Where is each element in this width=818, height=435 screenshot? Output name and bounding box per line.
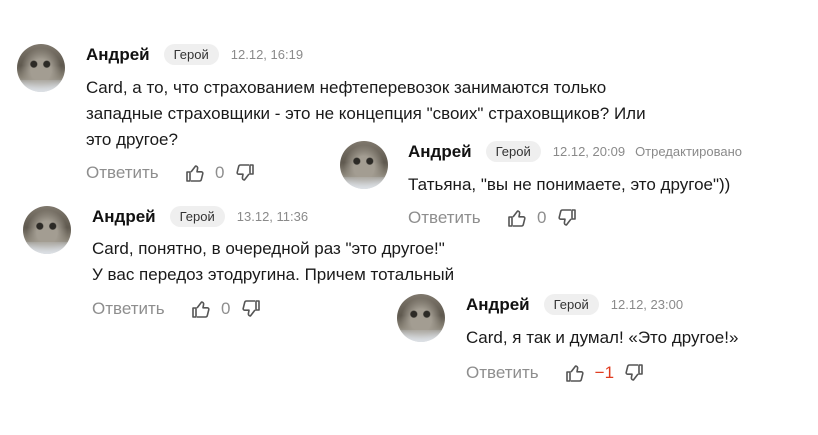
author-name[interactable]: Андрей: [92, 207, 156, 227]
comment-text: Card, понятно, в очередной раз "это друг…: [92, 236, 454, 288]
thumb-up-icon[interactable]: [185, 163, 205, 183]
thumb-down-icon[interactable]: [557, 208, 577, 228]
reply-button[interactable]: Ответить: [86, 163, 159, 183]
author-name[interactable]: Андрей: [86, 45, 150, 65]
comment-text: Card, я так и думал! «Это другое!»: [466, 325, 738, 351]
comment-time: 12.12, 16:19: [230, 47, 304, 62]
author-name[interactable]: Андрей: [466, 295, 530, 315]
comment-text: Татьяна, "вы не понимаете, это другое")): [408, 172, 730, 198]
thumb-down-icon[interactable]: [241, 299, 261, 319]
avatar[interactable]: [23, 206, 71, 254]
reply-button[interactable]: Ответить: [408, 208, 481, 228]
rating-score: 0: [220, 299, 231, 318]
rating-score: 0: [536, 208, 547, 227]
rating-score: −1: [594, 363, 615, 382]
avatar[interactable]: [340, 141, 388, 189]
author-name[interactable]: Андрей: [408, 142, 472, 162]
avatar[interactable]: [397, 294, 445, 342]
reply-button[interactable]: Ответить: [466, 363, 539, 383]
thumb-down-icon[interactable]: [624, 363, 644, 383]
thumb-up-icon[interactable]: [507, 208, 527, 228]
comment-time: 13.12, 11:36: [236, 209, 309, 224]
comment-time: 12.12, 20:09: [552, 144, 626, 159]
comment-text-line: Card, понятно, в очередной раз "это друг…: [92, 239, 445, 258]
comment-text-line: Card, я так и думал! «Это другое!»: [466, 328, 739, 347]
rating-score: 0: [214, 163, 225, 182]
thumb-down-icon[interactable]: [235, 163, 255, 183]
author-badge: Герой: [163, 44, 219, 65]
thumb-up-icon[interactable]: [191, 299, 211, 319]
comment-text-line: западные страховщики - это не концепция …: [86, 104, 646, 123]
author-badge: Герой: [169, 206, 225, 227]
author-badge: Герой: [485, 141, 541, 162]
comment-time: 12.12, 23:00: [610, 297, 684, 312]
comment-text-line: Card, а то, что страхованием нефтеперево…: [86, 78, 607, 97]
author-badge: Герой: [543, 294, 599, 315]
avatar[interactable]: [17, 44, 65, 92]
reply-button[interactable]: Ответить: [92, 299, 165, 319]
edited-label: Отредактировано: [635, 144, 743, 159]
comment-text-line: У вас передоз этодругина. Причем тотальн…: [92, 265, 455, 284]
thumb-up-icon[interactable]: [565, 363, 585, 383]
comment-text-line: Татьяна, "вы не понимаете, это другое")): [408, 175, 731, 194]
